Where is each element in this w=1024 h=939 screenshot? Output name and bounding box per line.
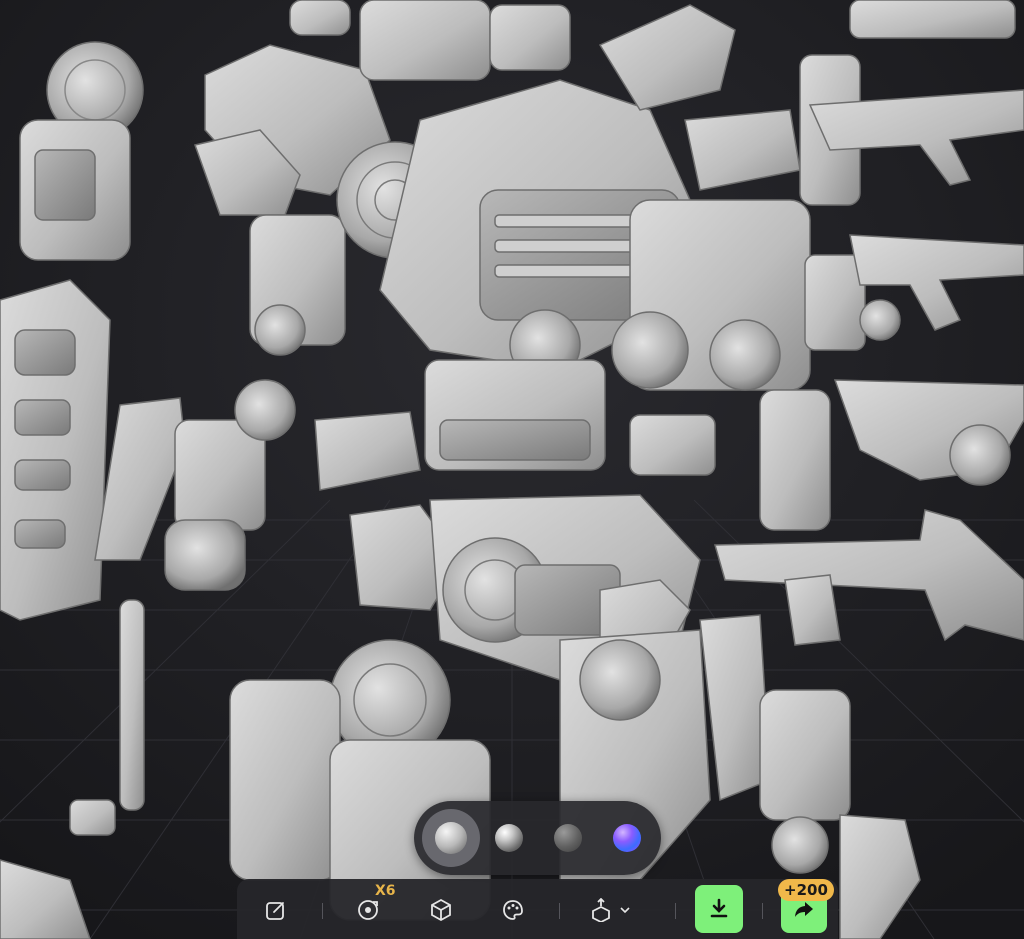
export-model-icon — [592, 898, 610, 922]
chevron-down-icon — [620, 907, 630, 914]
rotate-button[interactable] — [351, 893, 385, 927]
material-glossy-metal-option[interactable] — [495, 824, 523, 852]
edit-icon — [266, 902, 284, 920]
download-icon — [710, 898, 728, 918]
3d-viewport[interactable] — [0, 0, 1024, 939]
material-iridescent-option[interactable] — [613, 824, 641, 852]
toolbar-separator — [762, 903, 763, 919]
download-button[interactable] — [695, 885, 743, 933]
material-picker — [414, 801, 661, 875]
toolbar-separator — [559, 903, 560, 919]
material-matte-clay-option[interactable] — [435, 822, 467, 854]
edit-button[interactable] — [259, 893, 293, 927]
share-reward-badge: +200 — [778, 879, 834, 901]
export-model-dropdown[interactable] — [589, 893, 645, 927]
material-dark-matte-option[interactable] — [554, 824, 582, 852]
rotate-icon — [358, 900, 378, 920]
texture-paint-button[interactable] — [496, 893, 530, 927]
cube-icon — [431, 898, 451, 922]
toolbar-separator — [675, 903, 676, 919]
model-parts-button[interactable] — [424, 893, 458, 927]
toolbar-separator — [322, 903, 323, 919]
palette-icon — [503, 900, 523, 920]
bottom-toolbar: X6 — [237, 879, 838, 939]
exploded-mech-model — [0, 0, 1024, 939]
